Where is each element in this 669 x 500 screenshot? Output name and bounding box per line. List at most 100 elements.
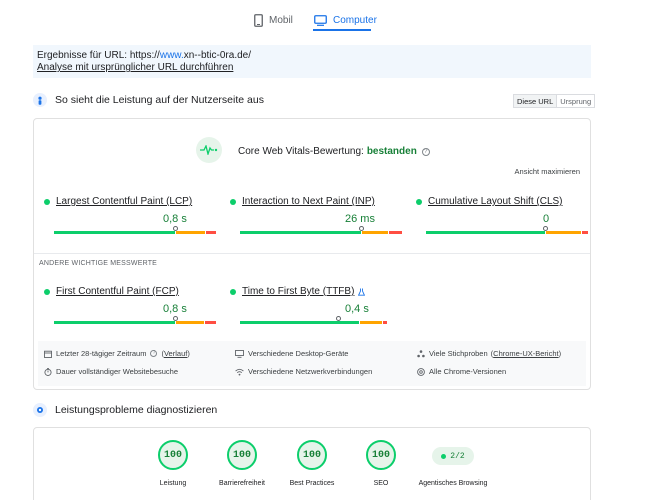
url-line: Ergebnisse für URL: https://www.xn--btic… [37,50,587,62]
data-source-info: Letzter 28-tägiger Zeitraum ? (Verlauf) … [38,341,586,386]
metric-lcp: Largest Contentful Paint (LCP) 0,8 s [44,196,216,246]
samples-icon [417,349,425,358]
info-duration-text: Dauer vollständiger Websitebesuche [56,367,179,376]
score-label-accessibility: Barrierefreiheit [219,480,265,487]
good-dot-icon [44,198,50,205]
monitor-icon [314,14,327,26]
score-gauge-performance[interactable]: 100 [158,440,188,470]
flask-icon [358,288,366,296]
score-gauge-accessibility[interactable]: 100 [227,440,257,470]
info-network: Verschiedene Netzwerkverbindungen [235,367,372,376]
tab-mobile[interactable]: Mobil [254,8,293,32]
help-icon[interactable]: ? [421,147,430,156]
history-link[interactable]: Verlauf [164,349,187,358]
good-segment [240,321,359,324]
metric-fcp-distribution-bar [54,316,216,324]
expand-view-button[interactable]: Ansicht maximieren [515,167,580,176]
good-dot-icon [441,453,447,459]
url-highlight: www. [159,50,184,61]
good-segment [426,231,545,234]
url-rest: xn--btic-0ra.de/ [183,50,251,61]
cwv-assessment: Core Web Vitals-Bewertung: bestanden ? [238,146,430,157]
score-label-performance: Leistung [159,480,187,487]
heartbeat-icon [196,137,222,163]
tab-mobile-label: Mobil [269,14,293,26]
poor-segment [389,231,402,234]
metric-lcp-link[interactable]: Largest Contentful Paint (LCP) [56,196,192,207]
toggle-this-url[interactable]: Diese URL [514,95,558,107]
percentile-marker [335,316,341,321]
diagnose-header: Leistungsprobleme diagnostizieren [33,400,217,420]
analyze-original-url-link[interactable]: Analyse mit ursprünglicher URL durchführ… [37,62,233,74]
calendar-icon [44,350,52,358]
info-samples: Viele Stichproben (Chrome-UX-Bericht) [417,349,561,358]
average-segment [175,231,206,234]
good-segment [54,321,175,324]
agentic-browsing-pill[interactable]: 2/2 [432,447,474,465]
diagnose-title: Leistungsprobleme diagnostizieren [55,404,218,416]
active-tab-indicator [313,29,371,31]
agentic-browsing-label: Agentisches Browsing [418,480,488,487]
info-devices: Verschiedene Desktop-Geräte [235,349,348,358]
poor-segment [382,321,388,324]
score-gauge-seo[interactable]: 100 [366,440,396,470]
metric-inp-distribution-bar [240,226,402,234]
metric-cls-value: 0 [543,213,550,225]
url-origin-toggle: Diese URL Ursprung [513,94,596,108]
metric-cls: Cumulative Layout Shift (CLS) 0 [416,196,588,246]
url-prefix: Ergebnisse für URL: https:// [37,50,160,61]
poor-segment [581,231,588,234]
lighthouse-icon [33,403,47,417]
info-devices-text: Verschiedene Desktop-Geräte [248,349,349,358]
section-divider [34,253,590,254]
metric-fcp: First Contentful Paint (FCP) 0,8 s [44,286,216,336]
metric-cls-link[interactable]: Cumulative Layout Shift (CLS) [428,196,563,207]
score-label-best-practices: Best Practices [289,480,335,487]
score-gauge-best-practices[interactable]: 100 [297,440,327,470]
field-data-card: Core Web Vitals-Bewertung: bestanden ? A… [33,118,591,390]
metric-ttfb-value: 0,4 s [345,303,369,315]
info-network-text: Verschiedene Netzwerkverbindungen [248,367,373,376]
metric-inp-link[interactable]: Interaction to Next Paint (INP) [242,196,375,207]
average-segment [175,321,204,324]
metric-ttfb: Time to First Byte (TTFB) 0,4 s [230,286,400,336]
info-samples-text: Viele Stichproben [429,349,488,358]
percentile-marker [172,316,178,321]
good-dot-icon [44,288,50,295]
metric-fcp-value: 0,8 s [163,303,187,315]
average-segment [359,321,382,324]
crux-report-link[interactable]: Chrome-UX-Bericht [493,349,558,358]
metric-cls-distribution-bar [426,226,588,234]
poor-segment [206,231,216,234]
poor-segment [204,321,216,324]
average-segment [545,231,581,234]
metric-fcp-link[interactable]: First Contentful Paint (FCP) [56,286,179,297]
cwv-label: Core Web Vitals-Bewertung: [238,146,364,157]
other-metrics-label: ANDERE WICHTIGE MESSWERTE [39,260,158,267]
agentic-score: 2/2 [450,451,465,461]
metric-lcp-distribution-bar [54,226,216,234]
info-versions: Alle Chrome-Versionen [417,367,506,376]
metric-inp-value: 26 ms [345,213,375,225]
cwv-status: bestanden [366,146,417,157]
good-segment [240,231,361,234]
device-tabs: Mobil Computer [0,0,669,32]
help-icon[interactable]: ? [150,350,158,357]
tab-desktop-label: Computer [333,14,377,26]
toggle-origin[interactable]: Ursprung [557,95,594,107]
percentile-marker [358,226,364,231]
metric-inp: Interaction to Next Paint (INP) 26 ms [230,196,402,246]
wifi-icon [235,368,244,376]
metric-ttfb-distribution-bar [240,316,402,324]
score-label-seo: SEO [373,480,389,487]
info-duration: Dauer vollständiger Websitebesuche [44,367,178,376]
field-data-header: So sieht die Leistung auf der Nutzerseit… [33,90,264,110]
users-icon [33,93,47,107]
lighthouse-scores-card: 100 Leistung 100 Barrierefreiheit 100 Be… [33,427,591,500]
metric-ttfb-link[interactable]: Time to First Byte (TTFB) [242,286,354,297]
chrome-icon [417,367,425,376]
info-period: Letzter 28-tägiger Zeitraum ? (Verlauf) [44,349,190,358]
metric-lcp-value: 0,8 s [163,213,187,225]
info-versions-text: Alle Chrome-Versionen [429,367,507,376]
timer-icon [44,367,52,376]
